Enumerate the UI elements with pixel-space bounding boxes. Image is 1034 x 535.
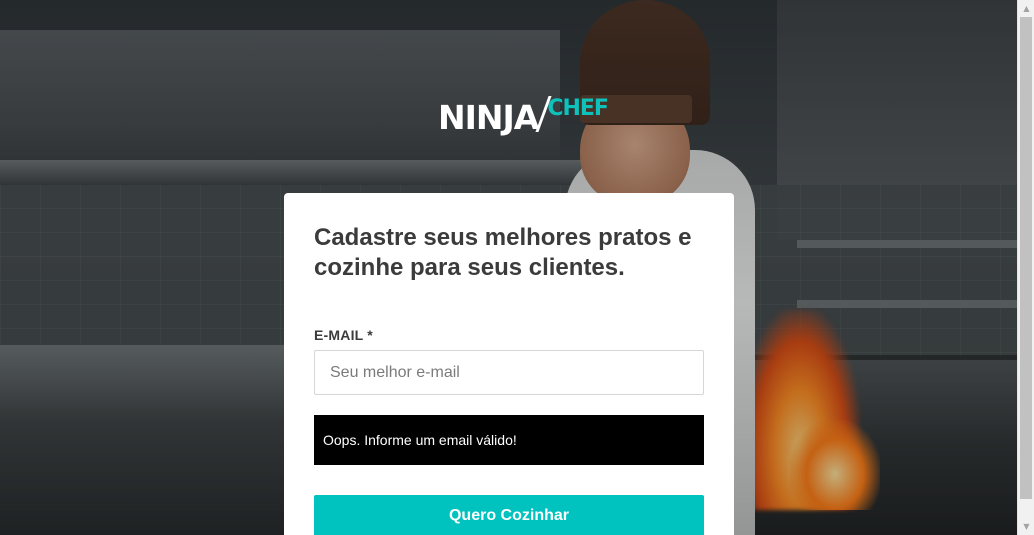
submit-button[interactable]: Quero Cozinhar xyxy=(314,495,704,535)
logo-ninja-text: NINJA xyxy=(438,98,539,137)
scrollbar-thumb[interactable] xyxy=(1020,17,1032,499)
vertical-scrollbar[interactable]: ▲ ▼ xyxy=(1017,0,1034,535)
page-background: NINJA CHEF Cadastre seus melhores pratos… xyxy=(0,0,1017,535)
ninjachef-logo: NINJA CHEF xyxy=(438,90,609,137)
signup-card: Cadastre seus melhores pratos e cozinhe … xyxy=(284,193,734,535)
signup-headline: Cadastre seus melhores pratos e cozinhe … xyxy=(314,224,692,281)
email-error-message: Oops. Informe um email válido! xyxy=(314,415,704,465)
triangle-down-icon[interactable]: ▼ xyxy=(1018,518,1034,535)
triangle-up-icon[interactable]: ▲ xyxy=(1018,0,1034,17)
email-input[interactable] xyxy=(314,350,704,395)
logo-chef-text: CHEF xyxy=(547,96,609,121)
email-label: E-MAIL * xyxy=(314,327,373,343)
